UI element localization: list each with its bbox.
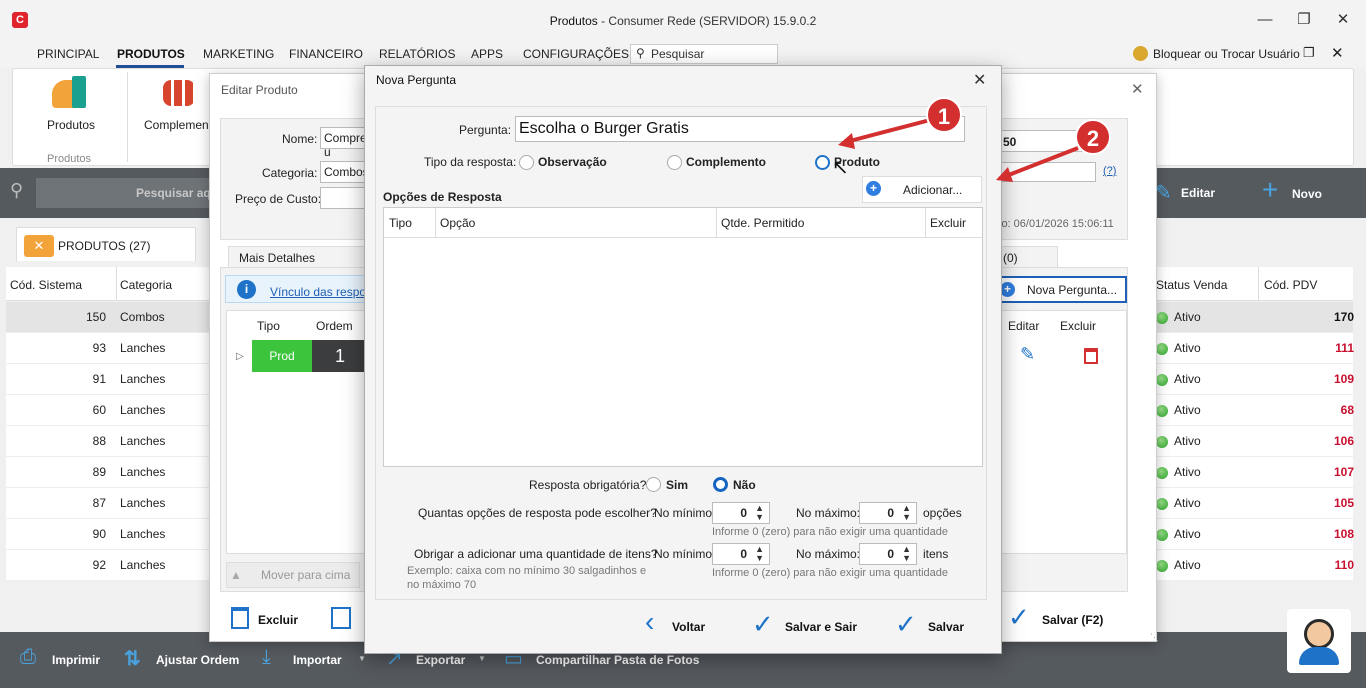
arrow-1-line bbox=[845, 118, 931, 144]
arrow-1-head bbox=[838, 133, 855, 149]
annotation-arrows bbox=[838, 118, 1079, 182]
annotation-badge-2: 2 bbox=[1075, 119, 1111, 155]
arrow-2-head bbox=[996, 167, 1013, 182]
arrow-2-line bbox=[1005, 146, 1079, 178]
annotation-badge-1: 1 bbox=[926, 97, 962, 133]
